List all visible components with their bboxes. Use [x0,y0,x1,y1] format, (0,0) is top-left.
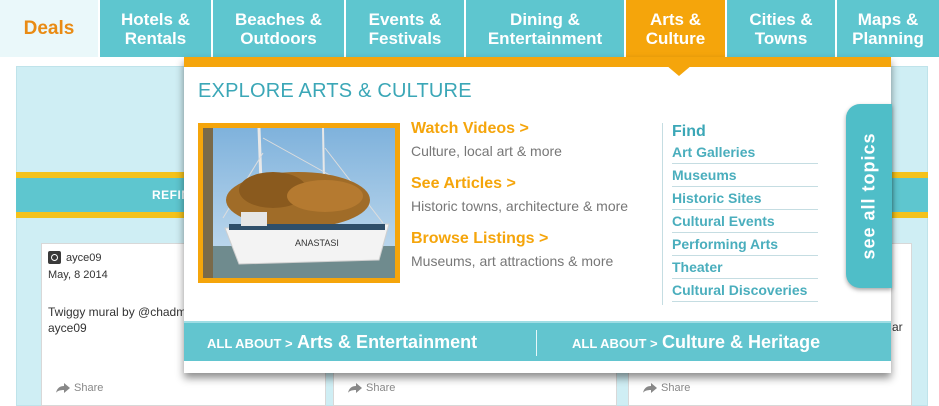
featured-photo[interactable]: ANASTASI [198,123,400,283]
card-handle[interactable]: ayce09 [66,252,101,264]
watch-videos-description: Culture, local art & more [411,143,562,159]
find-link-historic-sites[interactable]: Historic Sites [672,187,818,210]
feature-browse-listings[interactable]: Browse Listings > Museums, art attractio… [411,230,613,269]
feature-watch-videos[interactable]: Watch Videos > Culture, local art & more [411,120,562,159]
see-all-topics-tab[interactable]: see all topics [846,104,892,288]
card-caption-line: Twiggy mural by @chadm [48,305,187,319]
find-link-theater[interactable]: Theater [672,256,818,279]
see-articles-description: Historic towns, architecture & more [411,198,629,214]
all-about-prefix: ALL ABOUT > [572,336,658,351]
nav-tab-dining-entertainment[interactable]: Dining & Entertainment [466,0,626,57]
arts-culture-dropdown: EXPLORE ARTS & CULTURE ANASTASI Watch Vi… [184,57,891,373]
nav-tab-arts-culture[interactable]: Arts & Culture [626,0,727,57]
instagram-icon [48,251,61,264]
share-label: Share [366,382,396,394]
watch-videos-link[interactable]: Watch Videos > [411,120,562,138]
share-button[interactable]: Share [643,382,690,394]
share-icon [56,383,70,393]
nav-tab-hotels-rentals[interactable]: Hotels & Rentals [100,0,213,57]
browse-listings-description: Museums, art attractions & more [411,253,614,269]
find-heading: Find [672,123,706,140]
all-about-culture-heritage-link[interactable]: ALL ABOUT > Culture & Heritage [572,323,820,361]
all-about-prefix: ALL ABOUT > [207,336,293,351]
find-link-cultural-events[interactable]: Cultural Events [672,210,818,233]
share-label: Share [74,382,104,394]
all-about-arts-entertainment-link[interactable]: ALL ABOUT > Arts & Entertainment [207,323,477,361]
all-about-label: Culture & Heritage [662,332,821,352]
card-caption: Twiggy mural by @chadm ayce09 [48,304,188,336]
all-about-bar: ALL ABOUT > Arts & Entertainment ALL ABO… [184,321,891,361]
feature-see-articles[interactable]: See Articles > Historic towns, architect… [411,175,628,214]
share-label: Share [661,382,691,394]
share-button[interactable]: Share [348,382,395,394]
see-articles-link[interactable]: See Articles > [411,175,628,193]
nav-tab-cities-towns[interactable]: Cities & Towns [727,0,837,57]
boat-name-text: ANASTASI [295,238,339,248]
find-link-performing-arts[interactable]: Performing Arts [672,233,818,256]
share-icon [643,383,657,393]
find-column: Find Art Galleries Museums Historic Site… [662,123,820,305]
browse-listings-link[interactable]: Browse Listings > [411,230,613,248]
nav-tab-deals[interactable]: Deals [0,0,100,57]
card-caption-author: ayce09 [48,321,87,335]
nav-tab-beaches-outdoors[interactable]: Beaches & Outdoors [213,0,346,57]
card-caption-fragment: ar [892,320,903,334]
card-date: May, 8 2014 [48,269,108,281]
dropdown-heading: EXPLORE ARTS & CULTURE [198,80,472,102]
sponge-boat-image: ANASTASI [203,128,395,278]
share-button[interactable]: Share [56,382,103,394]
share-icon [348,383,362,393]
top-navigation: Deals Hotels & Rentals Beaches & Outdoor… [0,0,939,57]
nav-tab-maps-planning[interactable]: Maps & Planning [837,0,939,57]
nav-tab-events-festivals[interactable]: Events & Festivals [346,0,466,57]
all-about-divider [536,330,537,356]
find-link-museums[interactable]: Museums [672,164,818,187]
find-link-cultural-discoveries[interactable]: Cultural Discoveries [672,279,818,302]
see-all-topics-label: see all topics [858,132,879,260]
all-about-label: Arts & Entertainment [297,332,478,352]
active-tab-caret [666,65,692,76]
find-link-art-galleries[interactable]: Art Galleries [672,141,818,164]
